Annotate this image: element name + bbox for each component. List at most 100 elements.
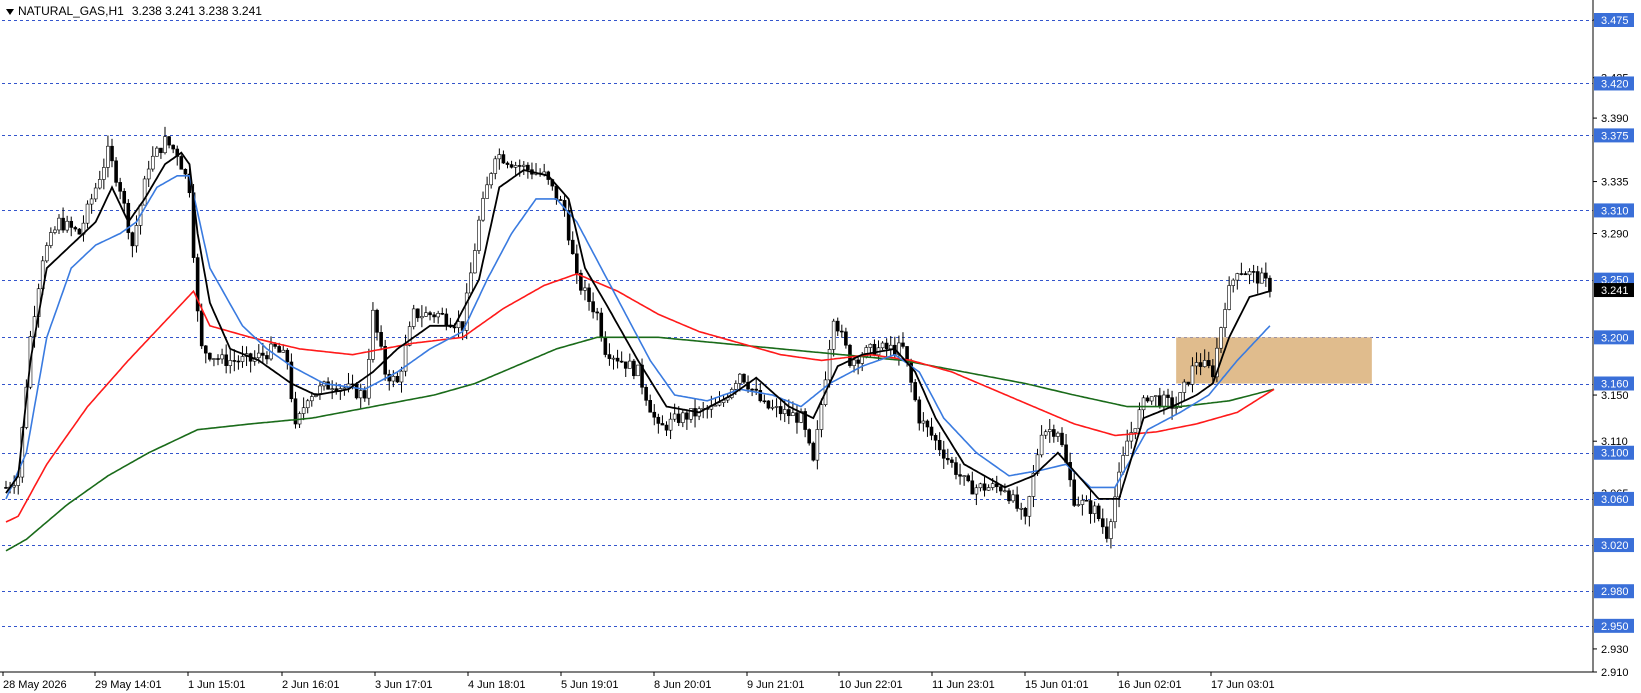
candle — [1243, 273, 1248, 276]
candle — [179, 156, 184, 170]
candle — [1211, 365, 1215, 378]
candle — [203, 345, 208, 354]
price-axis: 3.4753.4253.3903.3353.2903.1503.1103.065… — [1593, 13, 1634, 679]
candle — [1158, 395, 1162, 407]
candle — [795, 412, 799, 423]
x-tick-label: 15 Jun 01:01 — [1025, 679, 1089, 691]
candle — [61, 217, 65, 231]
candle — [53, 229, 57, 233]
candle — [44, 245, 49, 262]
candle — [444, 313, 449, 326]
candle — [941, 449, 946, 459]
candle — [485, 184, 489, 199]
price-chart[interactable]: 3.4753.4253.3903.3353.2903.1503.1103.065… — [0, 0, 1641, 693]
level-price-label: 3.100 — [1601, 448, 1629, 460]
moving-averages — [5, 151, 1275, 552]
candle — [93, 187, 98, 200]
candle — [1202, 360, 1207, 367]
y-tick-label: 3.150 — [1601, 390, 1629, 402]
candle — [664, 424, 669, 431]
candle — [782, 409, 787, 415]
candle — [660, 423, 665, 426]
current-price-label: 3.241 — [1601, 285, 1629, 297]
candle — [1027, 496, 1032, 517]
candle — [762, 400, 767, 403]
candle — [815, 429, 820, 461]
candle — [452, 326, 457, 329]
candle — [379, 332, 383, 347]
candle — [236, 360, 241, 363]
candle — [888, 344, 893, 350]
candle — [754, 388, 758, 391]
time-axis: 28 May 2026 29 May 14:01 1 Jun 15:01 2 Jun … — [2, 672, 1275, 691]
candle — [929, 426, 934, 436]
candle — [558, 199, 563, 201]
candle — [1113, 496, 1117, 523]
candle — [1056, 432, 1060, 437]
candle — [623, 361, 628, 369]
candle — [999, 486, 1003, 492]
candle — [146, 168, 151, 180]
candle — [840, 330, 844, 333]
candle — [481, 198, 485, 221]
candle — [868, 343, 873, 348]
candle — [1235, 273, 1240, 281]
candle — [1019, 507, 1024, 510]
candle — [738, 373, 742, 384]
candle — [1011, 494, 1015, 502]
candle — [962, 475, 966, 477]
x-tick-label: 9 Jun 21:01 — [747, 679, 805, 691]
x-tick-label: 4 Jun 18:01 — [468, 679, 526, 691]
candle — [917, 399, 922, 424]
candle — [770, 406, 775, 409]
candle — [1076, 504, 1081, 506]
candle — [595, 311, 599, 314]
candle — [811, 442, 816, 461]
candle — [232, 360, 237, 362]
candle — [358, 390, 363, 399]
candle — [309, 396, 314, 402]
candle — [884, 342, 889, 350]
candle — [619, 360, 624, 363]
candle — [118, 182, 122, 192]
candle — [856, 359, 860, 364]
candle — [880, 342, 885, 349]
candle — [256, 352, 261, 359]
candle — [1259, 272, 1264, 284]
candle — [1007, 490, 1011, 502]
candle — [1088, 500, 1093, 514]
candle — [468, 272, 473, 294]
level-price-label: 3.020 — [1601, 540, 1629, 552]
candle — [656, 416, 661, 424]
candle — [787, 409, 791, 417]
candle — [1268, 277, 1272, 292]
candle — [97, 179, 102, 189]
candle — [362, 390, 367, 399]
level-price-label: 2.980 — [1601, 586, 1629, 598]
candle — [526, 164, 530, 170]
x-tick-label: 29 May 14:01 — [95, 679, 162, 691]
candle — [766, 400, 771, 409]
candle — [102, 167, 106, 180]
candle — [456, 321, 461, 328]
candle — [106, 145, 110, 168]
candle — [1003, 490, 1007, 493]
candle — [159, 147, 163, 154]
candle — [681, 412, 685, 423]
level-price-label: 3.310 — [1601, 205, 1629, 217]
candle — [742, 373, 746, 383]
candle — [734, 383, 738, 390]
candle — [978, 483, 983, 489]
level-price-label: 2.950 — [1601, 621, 1629, 633]
candle — [860, 356, 865, 364]
candle — [1166, 394, 1170, 398]
candle — [1072, 479, 1077, 506]
candle — [1109, 521, 1113, 539]
level-price-label: 3.475 — [1601, 15, 1629, 27]
candle — [49, 232, 53, 246]
candle — [1047, 429, 1052, 433]
candle — [913, 382, 918, 401]
candle — [587, 287, 591, 302]
candle — [134, 225, 139, 247]
x-tick-label: 28 May 2026 — [3, 679, 67, 691]
